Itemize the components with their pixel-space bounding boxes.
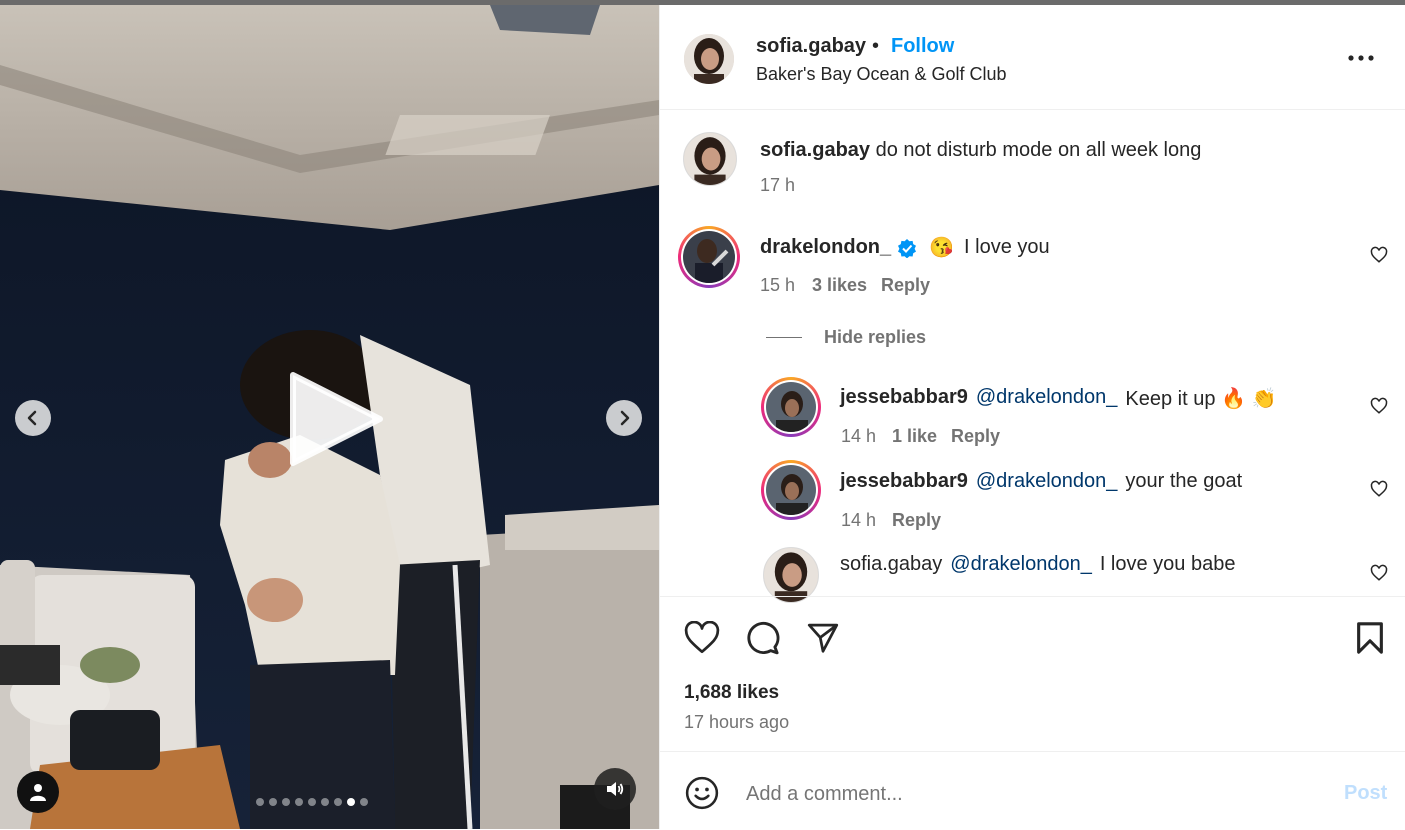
hide-replies-button[interactable]: Hide replies xyxy=(766,327,926,348)
reply-username[interactable]: sofia.gabay xyxy=(840,553,942,576)
reply-reply-button[interactable]: Reply xyxy=(892,510,941,531)
caption-text: sofia.gabay do not disturb mode on all w… xyxy=(760,139,1201,162)
reply-mention[interactable]: @drakelondon_ xyxy=(976,386,1118,411)
post-actions: 1,688 likes 17 hours ago xyxy=(660,596,1405,732)
heart-icon[interactable] xyxy=(1370,480,1388,498)
bookmark-icon[interactable] xyxy=(1355,621,1385,655)
reply-avatar[interactable] xyxy=(761,460,821,520)
heart-icon[interactable] xyxy=(1370,564,1388,582)
like-count[interactable]: 1,688 likes xyxy=(684,682,779,704)
reply-avatar[interactable] xyxy=(761,377,821,437)
hide-replies-label: Hide replies xyxy=(824,327,927,347)
previous-media-button[interactable] xyxy=(15,400,51,436)
share-send-icon[interactable] xyxy=(806,621,840,654)
carousel-dot xyxy=(347,798,355,806)
reply-mention[interactable]: @drakelondon_ xyxy=(976,470,1118,493)
reply-body: I love you babe xyxy=(1099,553,1236,575)
comment-bubble-icon[interactable] xyxy=(745,620,780,655)
post-timestamp[interactable]: 17 hours ago xyxy=(684,712,789,733)
reply-likes[interactable]: 1 like xyxy=(892,426,937,447)
reply-username[interactable]: jessebabbar9 xyxy=(840,386,968,411)
reply-mention[interactable]: @drakelondon_ xyxy=(950,553,1092,576)
comment-text: drakelondon_ 😘 I love you xyxy=(760,235,1050,260)
author-avatar[interactable] xyxy=(684,34,734,84)
tagged-users-button[interactable] xyxy=(17,771,59,813)
comment-emoji: 😘 xyxy=(929,237,955,259)
post-location[interactable]: Baker's Bay Ocean & Golf Club xyxy=(756,64,1007,85)
divider xyxy=(766,337,802,338)
emoji-smiley-icon[interactable] xyxy=(685,776,719,810)
reply-avatar[interactable] xyxy=(763,547,819,603)
post-media-video[interactable] xyxy=(0,5,659,829)
comment-time[interactable]: 15 h xyxy=(760,275,795,296)
reply-text: jessebabbar9 @drakelondon_ Keep it up 🔥 … xyxy=(840,386,1276,411)
carousel-dot xyxy=(295,798,303,806)
caption-username[interactable]: sofia.gabay xyxy=(760,139,870,161)
post-details-panel: sofia.gabay • Follow Baker's Bay Ocean &… xyxy=(659,5,1405,829)
chevron-left-icon xyxy=(27,410,37,426)
post-comment-button[interactable]: Post xyxy=(1344,782,1387,805)
reply-text: jessebabbar9 @drakelondon_ your the goat xyxy=(840,470,1242,493)
carousel-dot xyxy=(282,798,290,806)
comment-body: I love you xyxy=(964,236,1050,258)
carousel-dot xyxy=(308,798,316,806)
reply-body: your the goat xyxy=(1125,470,1243,492)
reply-text: sofia.gabay @drakelondon_ I love you bab… xyxy=(840,553,1235,576)
follow-button[interactable]: Follow xyxy=(891,35,954,58)
play-icon[interactable] xyxy=(285,369,385,469)
speaker-icon xyxy=(607,782,624,796)
like-heart-icon[interactable] xyxy=(684,621,720,654)
add-comment-input[interactable] xyxy=(744,777,1308,811)
post-header: sofia.gabay • Follow Baker's Bay Ocean &… xyxy=(660,5,1405,110)
heart-icon[interactable] xyxy=(1370,246,1388,264)
comment-username[interactable]: drakelondon_ xyxy=(760,236,891,259)
caption-time[interactable]: 17 h xyxy=(760,175,795,196)
header-separator: • xyxy=(872,35,880,57)
user-tag-icon xyxy=(30,784,46,801)
heart-icon[interactable] xyxy=(1370,397,1388,415)
caption-body: do not disturb mode on all week long xyxy=(875,139,1202,161)
reply-time[interactable]: 14 h xyxy=(841,510,876,531)
carousel-dot xyxy=(334,798,342,806)
comment-reply-button[interactable]: Reply xyxy=(881,275,930,296)
reply-body: Keep it up 🔥 👏 xyxy=(1125,388,1277,410)
carousel-indicator xyxy=(256,798,368,806)
reply-reply-button[interactable]: Reply xyxy=(951,426,1000,447)
carousel-dot xyxy=(256,798,264,806)
more-horizontal-icon[interactable] xyxy=(1348,55,1374,61)
carousel-dot xyxy=(269,798,277,806)
author-username[interactable]: sofia.gabay xyxy=(756,35,866,58)
next-media-button[interactable] xyxy=(606,400,642,436)
carousel-dot xyxy=(360,798,368,806)
reply-username[interactable]: jessebabbar9 xyxy=(840,470,968,493)
add-comment-bar: Post xyxy=(660,751,1405,830)
verified-badge-icon xyxy=(898,238,917,258)
comment-likes[interactable]: 3 likes xyxy=(812,275,867,296)
chevron-right-icon xyxy=(620,410,630,426)
reply-time[interactable]: 14 h xyxy=(841,426,876,447)
caption-avatar[interactable] xyxy=(683,132,737,186)
carousel-dot xyxy=(321,798,329,806)
commenter-avatar[interactable] xyxy=(678,226,740,288)
mute-toggle-button[interactable] xyxy=(594,768,636,810)
